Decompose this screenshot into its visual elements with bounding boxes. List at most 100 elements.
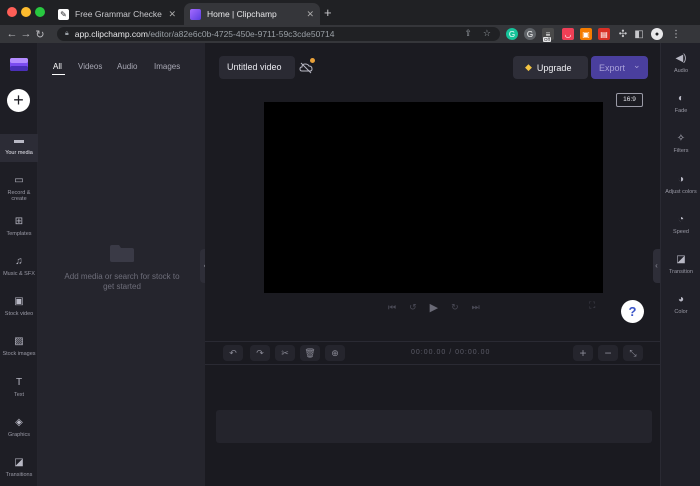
fit-timeline-icon[interactable]: ⤡	[623, 345, 643, 361]
sidebar-item-your-media[interactable]: ▬ Your media	[0, 135, 38, 156]
cloud-sync-off-icon[interactable]	[299, 61, 313, 75]
adjust-colors-icon: ◑	[677, 174, 685, 185]
sidebar-item-record-create[interactable]: ▭ Record & create	[0, 175, 38, 202]
active-tab-underline	[52, 74, 65, 75]
forward-5s-icon[interactable]: ↻	[451, 302, 459, 313]
split-scissors-icon[interactable]: ✂	[275, 345, 295, 361]
sidebar-item-stock-images[interactable]: ▨ Stock images	[0, 336, 38, 357]
sidebar-item-graphics[interactable]: ◈ Graphics	[0, 417, 38, 438]
grammarly-grey-icon[interactable]: G	[524, 28, 536, 40]
empty-track[interactable]	[216, 410, 652, 443]
clipchamp-logo[interactable]	[8, 55, 30, 73]
media-tab-all[interactable]: All	[53, 62, 62, 71]
redo-icon[interactable]: ↷	[250, 345, 270, 361]
property-label: Adjust colors	[665, 189, 697, 195]
sidebar-item-music-sfx[interactable]: ♫ Music & SFX	[0, 256, 38, 277]
export-button[interactable]: Export ⌄	[591, 56, 648, 79]
magic-wand-icon: ✧	[676, 133, 686, 144]
zoom-out-icon[interactable]: −	[598, 345, 618, 361]
chevron-down-icon: ⌄	[633, 60, 641, 70]
skip-back-icon[interactable]: ⏮	[388, 302, 396, 313]
share-icon[interactable]: ⇪	[464, 28, 472, 39]
forward-arrow-icon[interactable]: →	[19, 28, 33, 40]
diamond-icon: ◆	[525, 62, 532, 72]
upgrade-button[interactable]: ◆ Upgrade	[513, 56, 588, 79]
film-icon: ▣	[14, 296, 24, 307]
timeline-divider	[205, 364, 660, 365]
orange-ext-icon[interactable]: ▣	[580, 28, 592, 40]
property-fade[interactable]: ◐ Fade	[661, 93, 700, 114]
delete-trash-icon[interactable]: 🗑︎	[300, 345, 320, 361]
rewind-5s-icon[interactable]: ↺	[409, 302, 417, 313]
skip-forward-icon[interactable]: ⏭	[472, 302, 480, 313]
property-speed[interactable]: ◔ Speed	[661, 214, 700, 235]
create-new-button[interactable]: +	[7, 89, 30, 112]
music-icon: ♫	[15, 256, 23, 267]
property-transition[interactable]: ◪ Transition	[661, 254, 700, 275]
pocket-icon[interactable]: ◡	[562, 28, 574, 40]
grammarly-green-icon[interactable]: G	[506, 28, 518, 40]
pdf-ext-icon[interactable]: ▤	[598, 28, 610, 40]
bookmark-star-icon[interactable]: ☆	[483, 28, 491, 39]
media-tab-images[interactable]: Images	[154, 62, 180, 71]
browser-menu-icon[interactable]: ⋮	[670, 28, 682, 40]
speedometer-icon: ◔	[677, 214, 685, 225]
shapes-icon: ◈	[15, 417, 23, 428]
back-arrow-icon[interactable]: ←	[5, 28, 19, 40]
color-palette-icon: ◕	[677, 294, 685, 305]
transitions-icon: ◪	[14, 457, 24, 468]
templates-icon: ⊞	[14, 216, 24, 227]
tab-quillbot[interactable]: ✎ Free Grammar Checker | Quillb ✕	[52, 3, 182, 25]
new-tab-button[interactable]: +	[324, 5, 332, 20]
sidebar-item-transitions[interactable]: ◪ Transitions	[0, 457, 38, 478]
media-tab-audio[interactable]: Audio	[117, 62, 137, 71]
property-audio[interactable]: ◀) Audio	[661, 53, 700, 74]
editor-stage: Untitled video ◆ Upgrade Export ⌄ 16:9 ⏮…	[205, 43, 660, 341]
undo-icon[interactable]: ↶	[223, 345, 243, 361]
property-label: Audio	[673, 68, 689, 74]
profile-avatar-icon[interactable]: ●	[651, 28, 663, 40]
warning-dot-icon	[310, 58, 315, 63]
url-bar[interactable]: 🔒︎ app.clipchamp.com/editor/a82e6c0b-472…	[57, 27, 500, 41]
sidebar-item-text[interactable]: T Text	[0, 377, 38, 398]
extensions-puzzle-icon[interactable]: ✣	[617, 28, 629, 40]
sidebar-item-label: Graphics	[7, 432, 30, 438]
timecode-current: 00:00.00	[411, 349, 447, 356]
close-window-button[interactable]	[7, 7, 17, 17]
collapse-right-panel-handle[interactable]: ‹	[653, 249, 660, 283]
minimize-window-button[interactable]	[21, 7, 31, 17]
aspect-ratio-button[interactable]: 16:9	[616, 93, 643, 107]
help-button[interactable]: ?	[621, 300, 644, 323]
property-adjust-colors[interactable]: ◑ Adjust colors	[661, 174, 700, 195]
sidebar-item-stock-video[interactable]: ▣ Stock video	[0, 296, 38, 317]
timecode-separator: /	[449, 349, 453, 356]
property-label: Speed	[673, 229, 689, 235]
timeline: ↶ ↷ ✂ 🗑︎ ⊕ 00:00.00 / 00:00.00 + − ⤡	[205, 341, 660, 486]
project-title-field[interactable]: Untitled video	[219, 56, 295, 79]
reload-icon[interactable]: ↻	[33, 28, 47, 41]
zoom-in-icon[interactable]: +	[573, 345, 593, 361]
maximize-window-button[interactable]	[35, 7, 45, 17]
sidebar-toggle-icon[interactable]: ◧	[633, 28, 645, 40]
left-navigation-rail: + ▬ Your media ▭ Record & create ⊞ Templates ♫…	[0, 43, 38, 486]
media-tab-videos[interactable]: Videos	[78, 62, 102, 71]
tab-clipchamp[interactable]: Home | Clipchamp ✕	[184, 3, 320, 25]
timecode-display: 00:00.00 / 00:00.00	[411, 349, 490, 356]
sidebar-item-label: Stock video	[4, 311, 34, 317]
video-record-icon: ▭	[14, 175, 24, 186]
play-icon[interactable]: ▶	[430, 301, 438, 314]
sidebar-item-templates[interactable]: ⊞ Templates	[0, 216, 38, 237]
fullscreen-icon[interactable]: ⛶	[589, 300, 595, 311]
add-media-icon[interactable]: ⊕	[325, 345, 345, 361]
video-preview-canvas[interactable]	[264, 102, 603, 293]
property-filters[interactable]: ✧ Filters	[661, 133, 700, 154]
sidebar-item-label: Music & SFX	[3, 271, 35, 277]
property-label: Color	[674, 309, 688, 315]
extension-off-badge: Off	[543, 37, 551, 42]
sidebar-item-label: Text	[13, 392, 25, 398]
close-tab-icon[interactable]: ✕	[168, 9, 176, 20]
sidebar-item-label: Record & create	[7, 190, 31, 202]
property-color[interactable]: ◕ Color	[661, 294, 700, 315]
quillbot-favicon-icon: ✎	[58, 8, 69, 20]
close-tab-icon[interactable]: ✕	[306, 9, 314, 20]
